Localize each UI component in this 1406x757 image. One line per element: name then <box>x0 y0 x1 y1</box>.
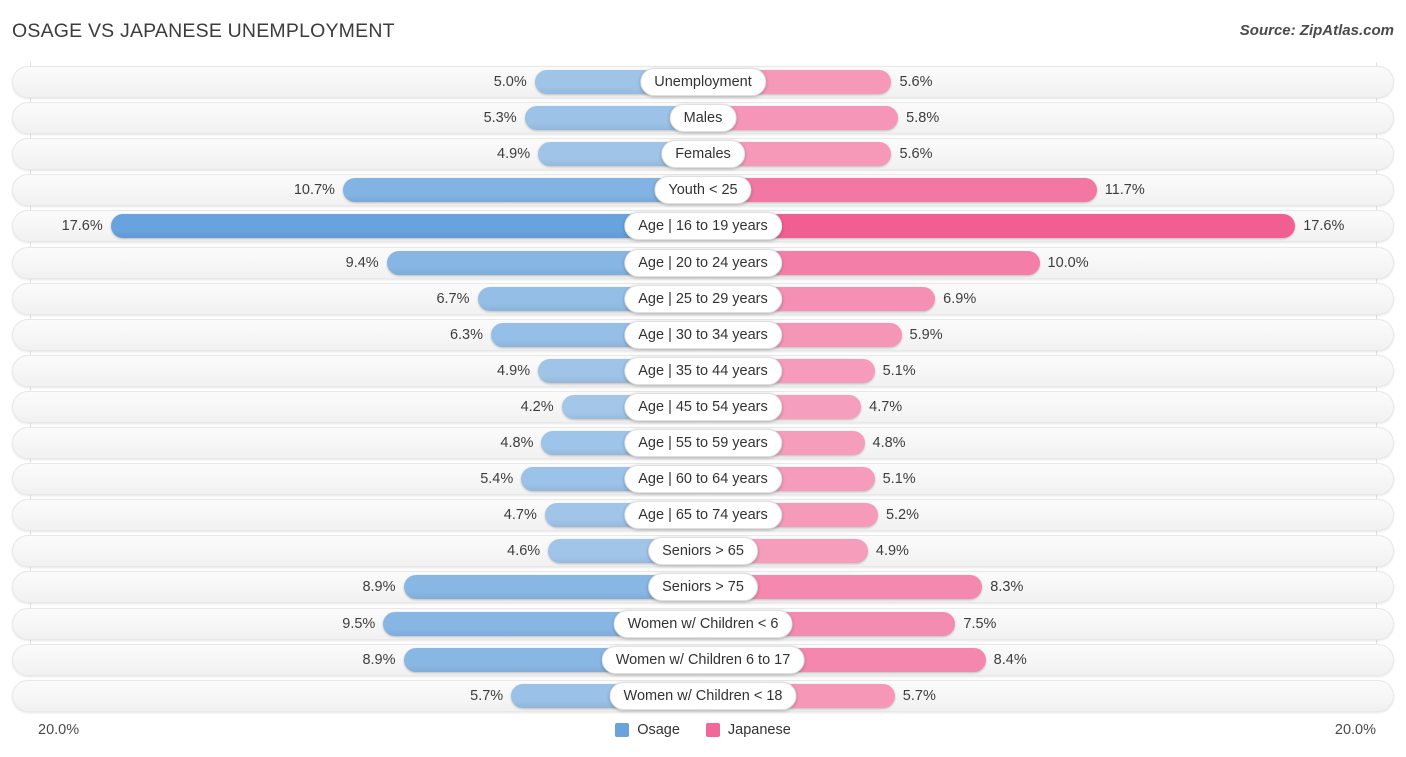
value-label-japanese: 5.6% <box>899 146 933 163</box>
value-label-osage: 6.3% <box>449 326 483 343</box>
table-row[interactable]: 8.9% 8.4% Women w/ Children 6 to 17 <box>12 643 1394 676</box>
table-row[interactable]: 5.4% 5.1% Age | 60 to 64 years <box>12 463 1394 496</box>
table-row[interactable]: 10.7% 11.7% Youth < 25 <box>12 174 1394 207</box>
value-label-japanese: 10.0% <box>1047 254 1089 271</box>
value-label-japanese: 6.9% <box>943 290 977 307</box>
value-label-japanese: 17.6% <box>1303 218 1345 235</box>
row-category-label[interactable]: Women w/ Children 6 to 17 <box>601 645 805 674</box>
table-row[interactable]: 17.6% 17.6% Age | 16 to 19 years <box>12 210 1394 243</box>
bar-japanese[interactable] <box>703 214 1296 239</box>
value-label-osage: 4.9% <box>497 362 531 379</box>
value-label-japanese: 5.2% <box>885 507 920 524</box>
table-row[interactable]: 4.9% 5.1% Age | 35 to 44 years <box>12 354 1394 387</box>
row-category-label[interactable]: Males <box>669 104 737 133</box>
bar-japanese[interactable] <box>703 178 1097 203</box>
value-label-osage: 4.2% <box>520 398 554 415</box>
value-label-osage: 4.9% <box>497 146 531 163</box>
row-category-label[interactable]: Age | 16 to 19 years <box>624 212 782 241</box>
legend-item-japanese[interactable]: Japanese <box>705 722 791 738</box>
value-label-osage: 5.4% <box>480 471 514 488</box>
row-category-label[interactable]: Seniors > 65 <box>648 537 758 566</box>
bar-osage[interactable] <box>342 178 703 203</box>
diverging-bar-chart: 5.0% 5.6% Unemployment 5.3% 5.8% Males 4.9% 5.6… <box>0 62 1406 717</box>
value-label-japanese: 4.9% <box>875 543 909 560</box>
row-category-label[interactable]: Females <box>661 140 745 169</box>
value-label-osage: 4.7% <box>503 507 537 524</box>
legend-item-osage[interactable]: Osage <box>615 722 680 738</box>
table-row[interactable]: 4.8% 4.8% Age | 55 to 59 years <box>12 427 1394 459</box>
table-row[interactable]: 6.7% 6.9% Age | 25 to 29 years <box>12 282 1394 315</box>
table-row[interactable]: 9.5% 7.5% Women w/ Children < 6 <box>12 607 1394 640</box>
value-label-osage: 4.8% <box>500 435 534 451</box>
value-label-japanese: 5.1% <box>882 362 916 379</box>
value-label-osage: 17.6% <box>61 218 103 235</box>
row-category-label[interactable]: Age | 45 to 54 years <box>624 392 782 421</box>
value-label-japanese: 5.7% <box>902 687 936 704</box>
row-category-label[interactable]: Age | 20 to 24 years <box>624 248 782 277</box>
value-label-osage: 9.4% <box>345 254 379 271</box>
row-category-label[interactable]: Age | 30 to 34 years <box>624 320 782 349</box>
row-category-label[interactable]: Women w/ Children < 18 <box>609 681 797 710</box>
row-category-label[interactable]: Age | 25 to 29 years <box>624 284 782 313</box>
table-row[interactable]: 4.7% 5.2% Age | 65 to 74 years <box>12 499 1394 532</box>
table-row[interactable]: 5.7% 5.7% Women w/ Children < 18 <box>12 679 1394 712</box>
row-category-label[interactable]: Unemployment <box>640 68 766 96</box>
bar-osage[interactable] <box>110 214 703 239</box>
value-label-japanese: 4.7% <box>869 398 903 415</box>
value-label-osage: 9.5% <box>342 615 376 632</box>
value-label-japanese: 5.8% <box>906 110 940 127</box>
value-label-osage: 5.7% <box>470 687 504 704</box>
value-label-japanese: 4.8% <box>872 435 906 451</box>
value-label-osage: 8.9% <box>362 651 396 668</box>
legend-label-japanese: Japanese <box>727 722 791 738</box>
source-attribution: Source: ZipAtlas.com <box>1239 22 1394 39</box>
table-row[interactable]: 5.3% 5.8% Males <box>12 102 1394 135</box>
table-row[interactable]: 4.9% 5.6% Females <box>12 138 1394 171</box>
value-label-japanese: 8.3% <box>990 579 1024 596</box>
table-row[interactable]: 5.0% 5.6% Unemployment <box>12 66 1394 98</box>
value-label-osage: 5.3% <box>483 110 517 127</box>
page-title: OSAGE VS JAPANESE UNEMPLOYMENT <box>12 20 395 42</box>
chart-page: OSAGE VS JAPANESE UNEMPLOYMENT Source: Z… <box>0 0 1406 757</box>
row-category-label[interactable]: Youth < 25 <box>654 176 752 205</box>
legend-label-osage: Osage <box>637 722 680 738</box>
legend-swatch-japanese <box>705 723 720 737</box>
chart-legend: Osage Japanese <box>0 722 1406 738</box>
value-label-japanese: 5.6% <box>899 74 933 90</box>
table-row[interactable]: 4.6% 4.9% Seniors > 65 <box>12 535 1394 568</box>
value-label-japanese: 5.1% <box>882 471 916 488</box>
row-category-label[interactable]: Age | 65 to 74 years <box>624 501 782 530</box>
table-row[interactable]: 4.2% 4.7% Age | 45 to 54 years <box>12 390 1394 423</box>
value-label-japanese: 11.7% <box>1104 182 1145 199</box>
legend-swatch-osage <box>615 723 630 737</box>
row-category-label[interactable]: Age | 35 to 44 years <box>624 356 782 385</box>
table-row[interactable]: 8.9% 8.3% Seniors > 75 <box>12 571 1394 604</box>
row-category-label[interactable]: Seniors > 75 <box>648 573 758 602</box>
value-label-osage: 4.6% <box>507 543 541 560</box>
value-label-osage: 5.0% <box>493 74 527 90</box>
value-label-osage: 6.7% <box>436 290 470 307</box>
value-label-japanese: 5.9% <box>909 326 943 343</box>
row-category-label[interactable]: Women w/ Children < 6 <box>613 609 793 638</box>
value-label-osage: 8.9% <box>362 579 396 596</box>
row-category-label[interactable]: Age | 55 to 59 years <box>624 429 782 457</box>
value-label-osage: 10.7% <box>293 182 335 199</box>
table-row[interactable]: 6.3% 5.9% Age | 30 to 34 years <box>12 318 1394 351</box>
row-category-label[interactable]: Age | 60 to 64 years <box>624 465 782 494</box>
table-row[interactable]: 9.4% 10.0% Age | 20 to 24 years <box>12 246 1394 279</box>
value-label-japanese: 8.4% <box>993 651 1027 668</box>
value-label-japanese: 7.5% <box>963 615 997 632</box>
